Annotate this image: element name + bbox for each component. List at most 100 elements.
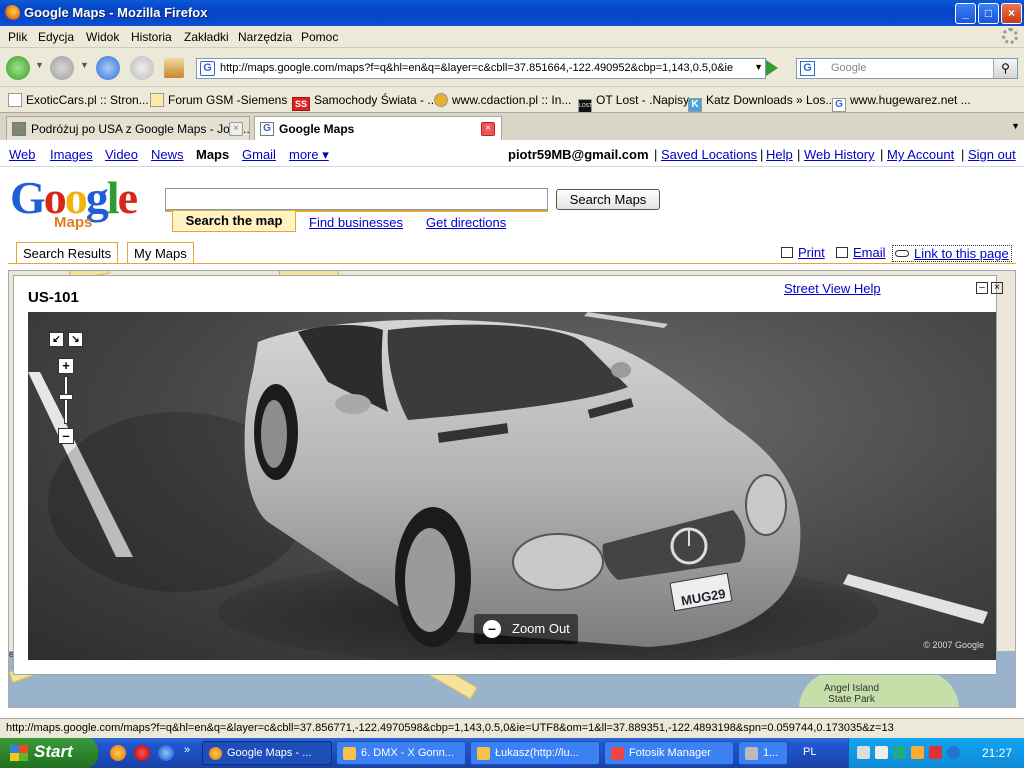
gbar-gmail-link[interactable]: Gmail (242, 147, 276, 162)
address-dropdown-icon[interactable]: ▼ (754, 62, 763, 72)
sign-out-link[interactable]: Sign out (968, 147, 1016, 162)
reload-icon[interactable] (96, 56, 120, 80)
language-indicator[interactable]: PL (803, 746, 816, 758)
gbar-more-link[interactable]: more ▾ (289, 147, 329, 163)
title-bar[interactable]: Google Maps - Mozilla Firefox _ □ × (0, 0, 1024, 26)
search-engine-icon[interactable]: G (800, 61, 815, 76)
search-maps-button[interactable]: Search Maps (556, 189, 660, 210)
gbar-video-link[interactable]: Video (105, 147, 138, 162)
print-link[interactable]: Print (781, 245, 825, 260)
zoom-out-circle-icon: – (483, 620, 501, 638)
stop-icon[interactable] (130, 56, 154, 80)
help-link[interactable]: Help (766, 147, 793, 162)
bookmark-item[interactable]: Gwww.hugewarez.net ... (832, 93, 971, 112)
page-icon (8, 93, 22, 107)
expand-icon[interactable]: ↘ (68, 332, 83, 347)
gbar-images-link[interactable]: Images (50, 147, 93, 162)
menu-tools[interactable]: Narzędzia (238, 30, 292, 44)
car-mirror (611, 362, 631, 378)
rear-rim (261, 400, 287, 468)
minimize-icon[interactable]: – (976, 282, 988, 294)
firefox-quicklaunch-icon[interactable] (110, 745, 126, 761)
print-label: Print (798, 245, 825, 260)
maximize-button[interactable]: □ (978, 3, 999, 24)
network-icon[interactable] (875, 746, 888, 759)
minimize-button[interactable]: _ (955, 3, 976, 24)
menu-edit[interactable]: Edycja (38, 30, 74, 44)
tab-close-icon[interactable]: × (229, 122, 243, 136)
bookmark-item[interactable]: ExoticCars.pl :: Stron... (8, 93, 149, 107)
task-fotosik[interactable]: Fotosik Manager (604, 741, 734, 765)
tab-get-directions[interactable]: Get directions (426, 215, 506, 230)
tab-my-maps[interactable]: My Maps (127, 242, 194, 264)
tab-google-maps[interactable]: G Google Maps × (254, 116, 502, 142)
address-value[interactable]: http://maps.google.com/maps?f=q&hl=en&q=… (220, 62, 740, 74)
bookmark-item[interactable]: www.cdaction.pl :: In... (434, 93, 571, 107)
tab-close-icon[interactable]: × (481, 122, 495, 136)
task-dmx[interactable]: 6. DMX - X Gonn... (336, 741, 466, 765)
menu-view[interactable]: Widok (86, 30, 119, 44)
tray-app-icon[interactable] (911, 746, 924, 759)
close-icon[interactable]: × (991, 282, 1003, 294)
forward-history-dropdown-icon[interactable]: ▼ (80, 60, 89, 70)
home-icon[interactable] (164, 58, 184, 78)
saved-locations-link[interactable]: Saved Locations (661, 147, 757, 162)
fotosik-icon (611, 747, 624, 760)
task-google-maps[interactable]: Google Maps - ... (202, 741, 332, 765)
close-button[interactable]: × (1001, 3, 1022, 24)
menu-file[interactable]: Plik (8, 30, 27, 44)
menu-bookmarks[interactable]: Zakładki (184, 30, 229, 44)
start-label: Start (34, 742, 73, 761)
tab-search-the-map[interactable]: Search the map (172, 211, 296, 232)
keyboard-icon[interactable] (857, 746, 870, 759)
back-history-dropdown-icon[interactable]: ▼ (35, 60, 44, 70)
tab-podrozuj[interactable]: Podróżuj po USA z Google Maps - Joe ... … (6, 116, 250, 141)
web-history-link[interactable]: Web History (804, 147, 875, 162)
tab-find-businesses[interactable]: Find businesses (309, 215, 403, 230)
tab-list-dropdown-icon[interactable]: ▼ (1011, 121, 1020, 131)
bookmark-item[interactable]: K Katz Downloads » Los... (688, 93, 835, 112)
back-arrow-icon[interactable] (6, 56, 30, 80)
gbar-web-link[interactable]: Web (9, 147, 36, 162)
bookmark-item[interactable]: SS Samochody Świata - ... (292, 93, 437, 111)
bluetooth-icon[interactable] (947, 746, 960, 759)
task-label: Łukasz(http://lu... (495, 747, 579, 759)
front-rim (405, 528, 455, 632)
menu-history[interactable]: Historia (131, 30, 172, 44)
email-link[interactable]: Email (836, 245, 886, 260)
start-button[interactable]: Start (0, 738, 98, 768)
bookmark-item[interactable]: LOST OT Lost - .Napisy (578, 93, 689, 113)
bookmark-item[interactable]: Forum GSM -Siemens ... (150, 93, 301, 107)
task-lukasz[interactable]: Łukasz(http://lu... (470, 741, 600, 765)
zoom-slider-track[interactable] (64, 376, 68, 424)
opera-quicklaunch-icon[interactable] (134, 745, 150, 761)
search-box[interactable]: G Google ⚲ (796, 58, 1018, 79)
quicklaunch-more-icon[interactable]: » (184, 744, 190, 756)
taskbar: Start » Google Maps - ... 6. DMX - X Gon… (0, 738, 1024, 768)
bookmark-label: www.cdaction.pl :: In... (452, 93, 572, 107)
address-bar[interactable]: G http://maps.google.com/maps?f=q&hl=en&… (196, 58, 766, 79)
zoom-out-icon[interactable]: – (58, 428, 74, 444)
link-to-page[interactable]: Link to this page (892, 245, 1012, 262)
tab-favicon-icon: G (260, 122, 274, 136)
zoom-in-icon[interactable]: + (58, 358, 74, 374)
street-view-panorama[interactable]: MUG29 ↙ ↘ + – – Zoom Out © 2007 Google (28, 312, 996, 660)
zoom-out-button[interactable]: – Zoom Out (474, 614, 578, 644)
tab-search-results[interactable]: Search Results (16, 242, 119, 264)
go-arrow-icon[interactable] (766, 60, 778, 76)
ie-quicklaunch-icon[interactable] (158, 745, 174, 761)
street-view-help-link[interactable]: Street View Help (784, 281, 881, 296)
zoom-slider-handle[interactable] (59, 394, 73, 400)
google-maps-logo[interactable]: Google Maps (10, 174, 160, 234)
map-search-input[interactable] (165, 188, 548, 210)
search-magnifier-icon[interactable]: ⚲ (993, 59, 1017, 78)
menu-help[interactable]: Pomoc (301, 30, 338, 44)
antivirus-icon[interactable] (929, 746, 942, 759)
task-other[interactable]: 1... (738, 741, 788, 765)
volume-icon[interactable] (893, 746, 906, 759)
expand-icon[interactable]: ↙ (49, 332, 64, 347)
gbar-news-link[interactable]: News (151, 147, 184, 162)
my-account-link[interactable]: My Account (887, 147, 954, 162)
forward-arrow-icon[interactable] (50, 56, 74, 80)
street-view-title: US-101 (28, 289, 79, 306)
